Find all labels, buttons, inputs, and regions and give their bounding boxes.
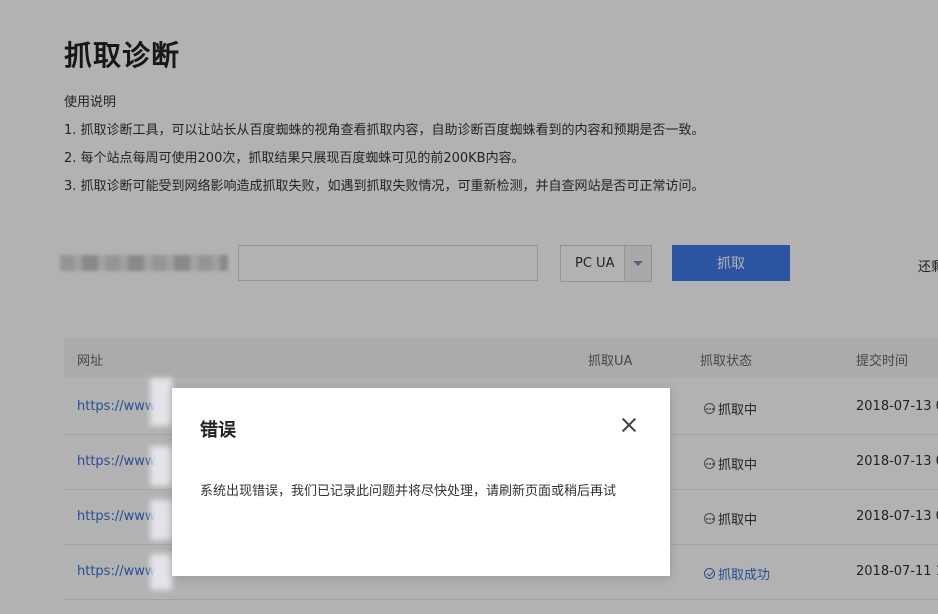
redaction-smudge <box>150 378 172 426</box>
redaction-smudge <box>150 500 172 540</box>
redaction-smudge <box>150 554 172 590</box>
dialog-title: 错误 <box>200 420 236 441</box>
error-dialog: 错误 系统出现错误，我们已记录此问题并将尽快处理，请刷新页面或稍后再试 <box>172 388 670 576</box>
close-icon[interactable] <box>618 414 640 436</box>
dialog-message: 系统出现错误，我们已记录此问题并将尽快处理，请刷新页面或稍后再试 <box>200 484 617 499</box>
redaction-smudge <box>150 446 172 486</box>
